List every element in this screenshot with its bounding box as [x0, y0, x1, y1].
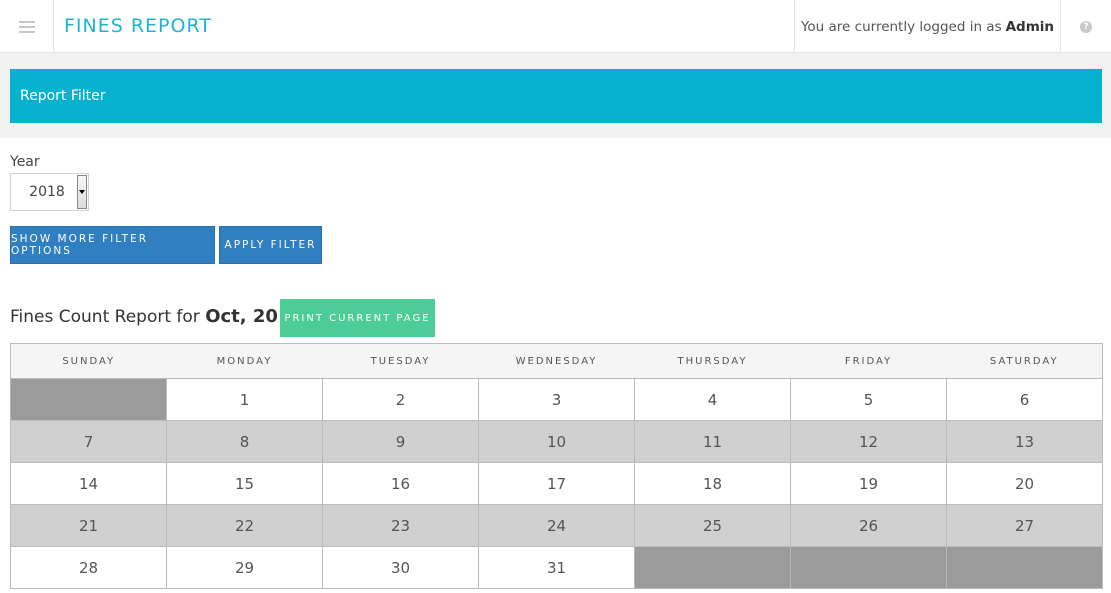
calendar-day-cell[interactable]: 21 — [10, 504, 167, 547]
calendar-day-cell[interactable]: 2 — [322, 378, 479, 421]
year-label: Year — [10, 154, 40, 170]
login-prefix: You are currently logged in as — [800, 18, 1002, 35]
menu-button[interactable] — [0, 0, 54, 53]
page-title: FINES REPORT — [64, 15, 212, 37]
calendar-empty-cell — [946, 546, 1103, 589]
calendar-day-cell[interactable]: 15 — [166, 462, 323, 505]
apply-filter-button[interactable]: APPLY FILTER — [219, 226, 322, 264]
calendar-day-cell[interactable]: 11 — [634, 420, 791, 463]
calendar-day-cell[interactable]: 12 — [790, 420, 947, 463]
weekday-monday: MONDAY — [166, 343, 323, 379]
calendar-day-cell[interactable]: 14 — [10, 462, 167, 505]
report-title-prefix: Fines Count Report for — [10, 307, 200, 327]
calendar-day-cell[interactable]: 17 — [478, 462, 635, 505]
report-title: Fines Count Report for Oct, 2018 — [10, 306, 303, 327]
weekday-friday: FRIDAY — [790, 343, 947, 379]
calendar-day-cell[interactable]: 26 — [790, 504, 947, 547]
calendar-week-row: 21 22 23 24 25 26 27 — [10, 504, 1103, 547]
calendar-day-cell[interactable]: 8 — [166, 420, 323, 463]
weekday-sunday: SUNDAY — [10, 343, 167, 379]
year-value: 2018 — [29, 184, 65, 200]
calendar-day-cell[interactable]: 3 — [478, 378, 635, 421]
calendar-empty-cell — [790, 546, 947, 589]
calendar-day-cell[interactable]: 19 — [790, 462, 947, 505]
print-current-page-button[interactable]: PRINT CURRENT PAGE — [280, 299, 435, 337]
calendar-day-cell[interactable]: 28 — [10, 546, 167, 589]
calendar-day-cell[interactable]: 30 — [322, 546, 479, 589]
weekday-tuesday: TUESDAY — [322, 343, 479, 379]
calendar-day-cell[interactable]: 31 — [478, 546, 635, 589]
weekday-thursday: THURSDAY — [634, 343, 791, 379]
top-bar: FINES REPORT You are currently logged in… — [0, 0, 1111, 53]
calendar-day-cell[interactable]: 9 — [322, 420, 479, 463]
calendar-week-row: 14 15 16 17 18 19 20 — [10, 462, 1103, 505]
year-select[interactable]: 2018 — [10, 173, 89, 211]
logged-in-user: Admin — [1005, 18, 1055, 35]
calendar-table: SUNDAY MONDAY TUESDAY WEDNESDAY THURSDAY… — [10, 343, 1103, 589]
calendar-week-row: 123456 — [10, 378, 1103, 421]
calendar-day-cell[interactable]: 10 — [478, 420, 635, 463]
calendar-day-cell[interactable]: 16 — [322, 462, 479, 505]
weekday-wednesday: WEDNESDAY — [478, 343, 635, 379]
report-filter-title: Report Filter — [20, 88, 106, 104]
calendar-day-cell[interactable]: 25 — [634, 504, 791, 547]
calendar-day-cell[interactable]: 23 — [322, 504, 479, 547]
calendar-day-cell[interactable]: 7 — [10, 420, 167, 463]
report-filter-panel[interactable]: Report Filter — [10, 69, 1102, 123]
calendar-day-cell[interactable]: 5 — [790, 378, 947, 421]
show-more-filter-options-button[interactable]: SHOW MORE FILTER OPTIONS — [10, 226, 215, 264]
calendar-day-cell[interactable]: 4 — [634, 378, 791, 421]
login-status: You are currently logged in as Admin — [794, 0, 1061, 53]
calendar-empty-cell — [634, 546, 791, 589]
calendar-empty-cell — [10, 378, 167, 421]
calendar-day-cell[interactable]: 13 — [946, 420, 1103, 463]
calendar-day-cell[interactable]: 29 — [166, 546, 323, 589]
dropdown-arrow-icon[interactable] — [77, 175, 87, 209]
calendar-day-cell[interactable]: 20 — [946, 462, 1103, 505]
help-icon: ? — [1080, 20, 1092, 33]
calendar-day-cell[interactable]: 27 — [946, 504, 1103, 547]
calendar-day-cell[interactable]: 22 — [166, 504, 323, 547]
calendar-day-cell[interactable]: 1 — [166, 378, 323, 421]
calendar-week-row: 28 29 30 31 — [10, 546, 1103, 589]
weekday-saturday: SATURDAY — [946, 343, 1103, 379]
menu-icon — [18, 20, 35, 33]
calendar-day-cell[interactable]: 6 — [946, 378, 1103, 421]
help-button[interactable]: ? — [1061, 0, 1111, 53]
calendar-week-row: 7 8 9 10 11 12 13 — [10, 420, 1103, 463]
calendar-day-cell[interactable]: 24 — [478, 504, 635, 547]
filter-band: Report Filter — [0, 53, 1111, 138]
calendar-header-row: SUNDAY MONDAY TUESDAY WEDNESDAY THURSDAY… — [10, 343, 1103, 379]
calendar-day-cell[interactable]: 18 — [634, 462, 791, 505]
